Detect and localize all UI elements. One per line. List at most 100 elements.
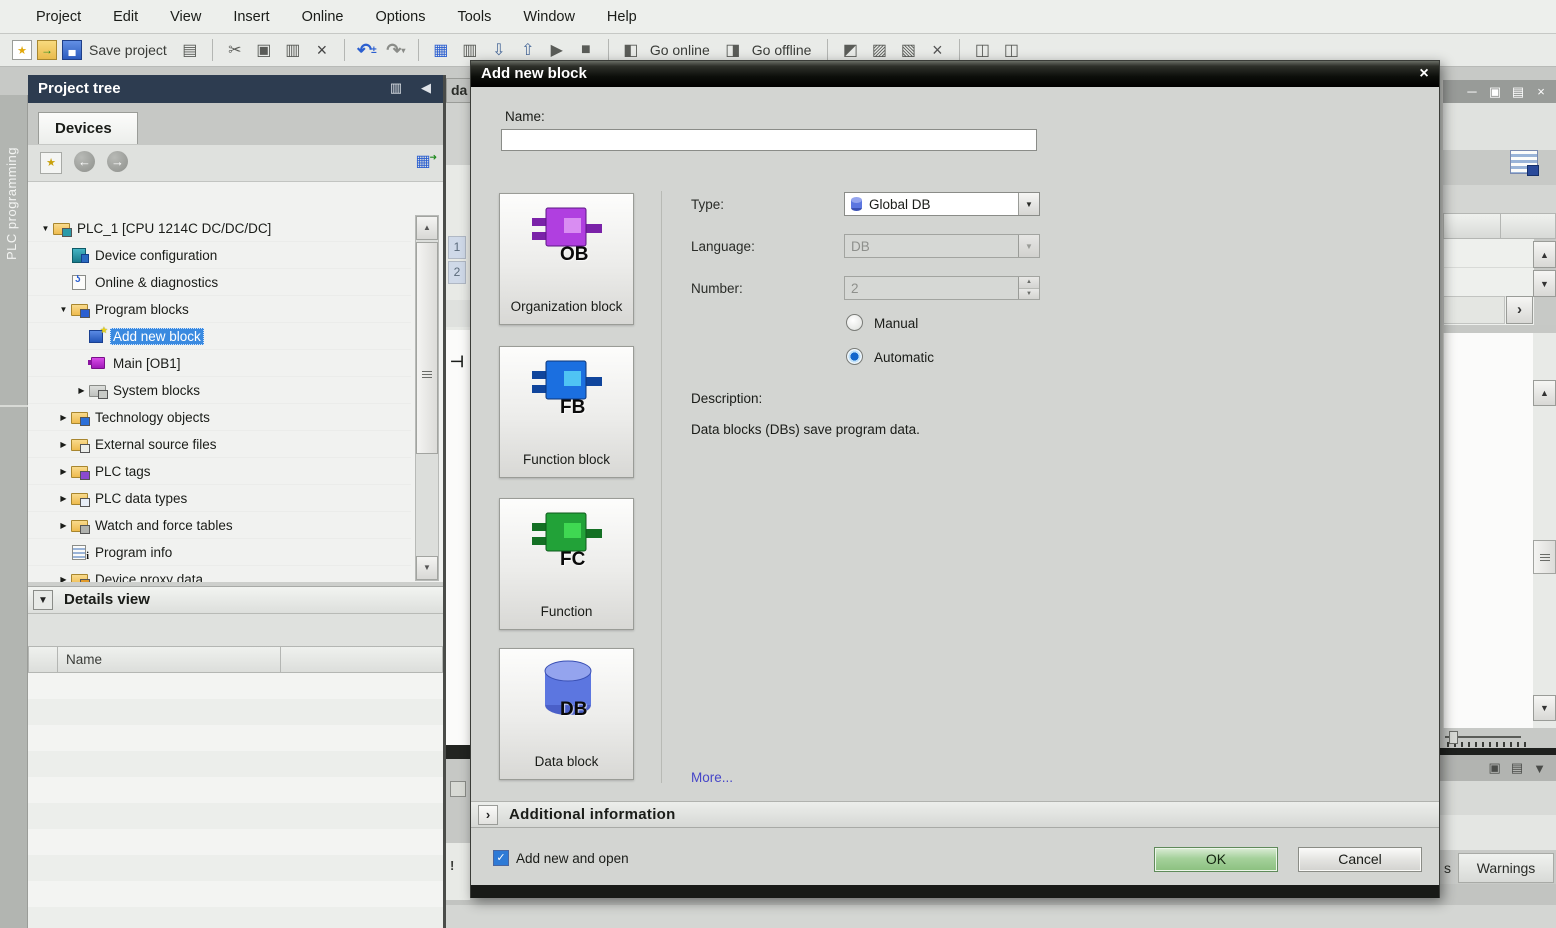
manual-radio[interactable] — [846, 314, 863, 331]
scroll-up-icon[interactable]: ▲ — [416, 216, 438, 240]
editor-tab-fragment[interactable]: da — [446, 78, 472, 103]
close-window-icon[interactable]: × — [1534, 84, 1548, 99]
stop-cpu-icon[interactable]: ■ — [574, 38, 598, 62]
tree-item[interactable]: ▼PLC_1 [CPU 1214C DC/DC/DC] — [28, 215, 411, 242]
collapse-panel-icon[interactable]: ▼ — [1533, 761, 1546, 776]
tree-item[interactable]: Program info — [28, 539, 411, 566]
editor-preview-icon[interactable] — [1510, 150, 1538, 174]
details-column-name[interactable]: Name — [57, 646, 281, 673]
chevron-right-icon[interactable]: ▶ — [56, 467, 71, 476]
tree-item[interactable]: Add new block — [28, 323, 411, 350]
redo-icon[interactable]: ↷ — [384, 38, 408, 62]
menu-item-view[interactable]: View — [154, 9, 217, 25]
copy-icon[interactable]: ▣ — [252, 38, 276, 62]
function-button[interactable]: FC Function — [499, 498, 634, 630]
block-name-input[interactable] — [501, 129, 1037, 151]
menu-item-window[interactable]: Window — [507, 9, 591, 25]
chevron-right-icon[interactable]: ▶ — [56, 413, 71, 422]
split-editor-vertical-icon[interactable]: ◫ — [999, 38, 1023, 62]
tree-item[interactable]: ▶PLC data types — [28, 485, 411, 512]
download-to-device-icon[interactable]: ⇩ — [487, 38, 511, 62]
type-dropdown[interactable]: Global DB ▼ — [844, 192, 1040, 216]
tree-item[interactable]: ▼Program blocks — [28, 296, 411, 323]
tab-fragment[interactable]: s — [1444, 860, 1451, 876]
start-cpu-icon[interactable]: ▶ — [545, 38, 569, 62]
menu-item-tools[interactable]: Tools — [441, 9, 507, 25]
tree-item[interactable]: ▶System blocks — [28, 377, 411, 404]
panel-divider[interactable] — [443, 75, 446, 928]
organization-block-button[interactable]: OB Organization block — [499, 193, 634, 325]
menu-item-project[interactable]: Project — [20, 9, 97, 25]
tree-item[interactable]: ▶Technology objects — [28, 404, 411, 431]
menu-item-online[interactable]: Online — [286, 9, 360, 25]
tree-item[interactable]: Main [OB1] — [28, 350, 411, 377]
split-editor-horizontal-icon[interactable]: ◫ — [970, 38, 994, 62]
expand-right-icon[interactable]: › — [1506, 296, 1533, 324]
upload-from-device-icon[interactable]: ⇧ — [516, 38, 540, 62]
open-project-icon[interactable]: → — [37, 40, 57, 60]
device-view-icon[interactable]: ▥ — [458, 38, 482, 62]
chevron-right-icon[interactable]: ▶ — [74, 386, 89, 395]
chevron-down-icon[interactable]: ▼ — [56, 305, 71, 314]
chevron-down-icon[interactable]: ▼ — [1018, 193, 1039, 215]
stop-simulation-icon[interactable]: ▧ — [896, 38, 920, 62]
sort-view-icon[interactable]: ▦ — [412, 151, 434, 172]
ok-button[interactable]: OK — [1154, 847, 1278, 872]
zoom-slider[interactable] — [1445, 728, 1533, 748]
collapse-left-icon[interactable]: ◀ — [421, 80, 431, 96]
start-simulation-icon[interactable]: ▨ — [867, 38, 891, 62]
go-online-icon[interactable]: ◧ — [619, 38, 643, 62]
scrollbar-handle[interactable] — [416, 242, 438, 454]
add-device-icon[interactable]: ★ — [40, 152, 62, 174]
undo-icon[interactable]: ↶ — [355, 38, 379, 62]
details-view-header[interactable]: ▼ Details view — [28, 586, 443, 614]
additional-information-bar[interactable]: › Additional information — [471, 801, 1439, 828]
add-new-and-open-checkbox[interactable]: ✓ — [493, 850, 509, 866]
chevron-down-icon[interactable]: ▼ — [33, 590, 53, 610]
cancel-button[interactable]: Cancel — [1298, 847, 1422, 872]
tree-item[interactable]: ▶External source files — [28, 431, 411, 458]
menu-item-options[interactable]: Options — [360, 9, 442, 25]
restore-icon[interactable]: ▣ — [1488, 84, 1502, 100]
paste-icon[interactable]: ▥ — [281, 38, 305, 62]
chevron-right-icon[interactable]: ▶ — [56, 521, 71, 530]
menu-item-help[interactable]: Help — [591, 9, 653, 25]
chevron-down-icon[interactable]: ▼ — [38, 224, 53, 233]
scroll-down-icon[interactable]: ▼ — [1533, 695, 1556, 721]
tree-item[interactable]: ▶Device proxy data — [28, 566, 411, 582]
panel-menu-icon[interactable]: ▤ — [1511, 760, 1523, 776]
print-icon[interactable]: ▤ — [178, 38, 202, 62]
chevron-right-icon[interactable]: › — [478, 805, 498, 825]
function-block-button[interactable]: FB Function block — [499, 346, 634, 478]
cut-icon[interactable]: ✂ — [223, 38, 247, 62]
scrollbar-handle[interactable] — [1533, 540, 1556, 574]
more-link[interactable]: More... — [691, 770, 733, 785]
scroll-down-icon[interactable]: ▼ — [416, 556, 438, 580]
chevron-right-icon[interactable]: ▶ — [56, 575, 71, 583]
tab-warnings[interactable]: Warnings — [1458, 853, 1554, 883]
menu-item-insert[interactable]: Insert — [217, 9, 285, 25]
chevron-right-icon[interactable]: ▶ — [56, 494, 71, 503]
menu-item-edit[interactable]: Edit — [97, 9, 154, 25]
accessible-devices-icon[interactable]: ◩ — [838, 38, 862, 62]
cross-references-icon[interactable]: × — [925, 38, 949, 62]
save-project-icon[interactable]: ▄ — [62, 40, 82, 60]
tree-item[interactable]: Device configuration — [28, 242, 411, 269]
minimize-icon[interactable]: ─ — [1465, 84, 1479, 99]
new-project-icon[interactable]: ★ — [12, 40, 32, 60]
automatic-radio[interactable] — [846, 348, 863, 365]
tree-item[interactable]: Online & diagnostics — [28, 269, 411, 296]
tree-item[interactable]: ▶PLC tags — [28, 458, 411, 485]
chevron-right-icon[interactable]: ▶ — [56, 440, 71, 449]
scroll-down-icon[interactable]: ▼ — [1533, 270, 1556, 297]
navigate-back-icon[interactable]: ← — [74, 151, 95, 172]
library-view-icon[interactable]: ▦ — [429, 38, 453, 62]
scroll-up-icon[interactable]: ▲ — [1533, 380, 1556, 406]
maximize-icon[interactable]: ▤ — [1511, 84, 1525, 100]
go-offline-icon[interactable]: ◨ — [721, 38, 745, 62]
dialog-title-bar[interactable]: Add new block × — [471, 61, 1439, 87]
tree-scrollbar[interactable]: ▲ ▼ — [415, 215, 439, 581]
delete-icon[interactable]: × — [310, 38, 334, 62]
tree-item[interactable]: ▶Watch and force tables — [28, 512, 411, 539]
tab-devices[interactable]: Devices — [38, 112, 138, 144]
